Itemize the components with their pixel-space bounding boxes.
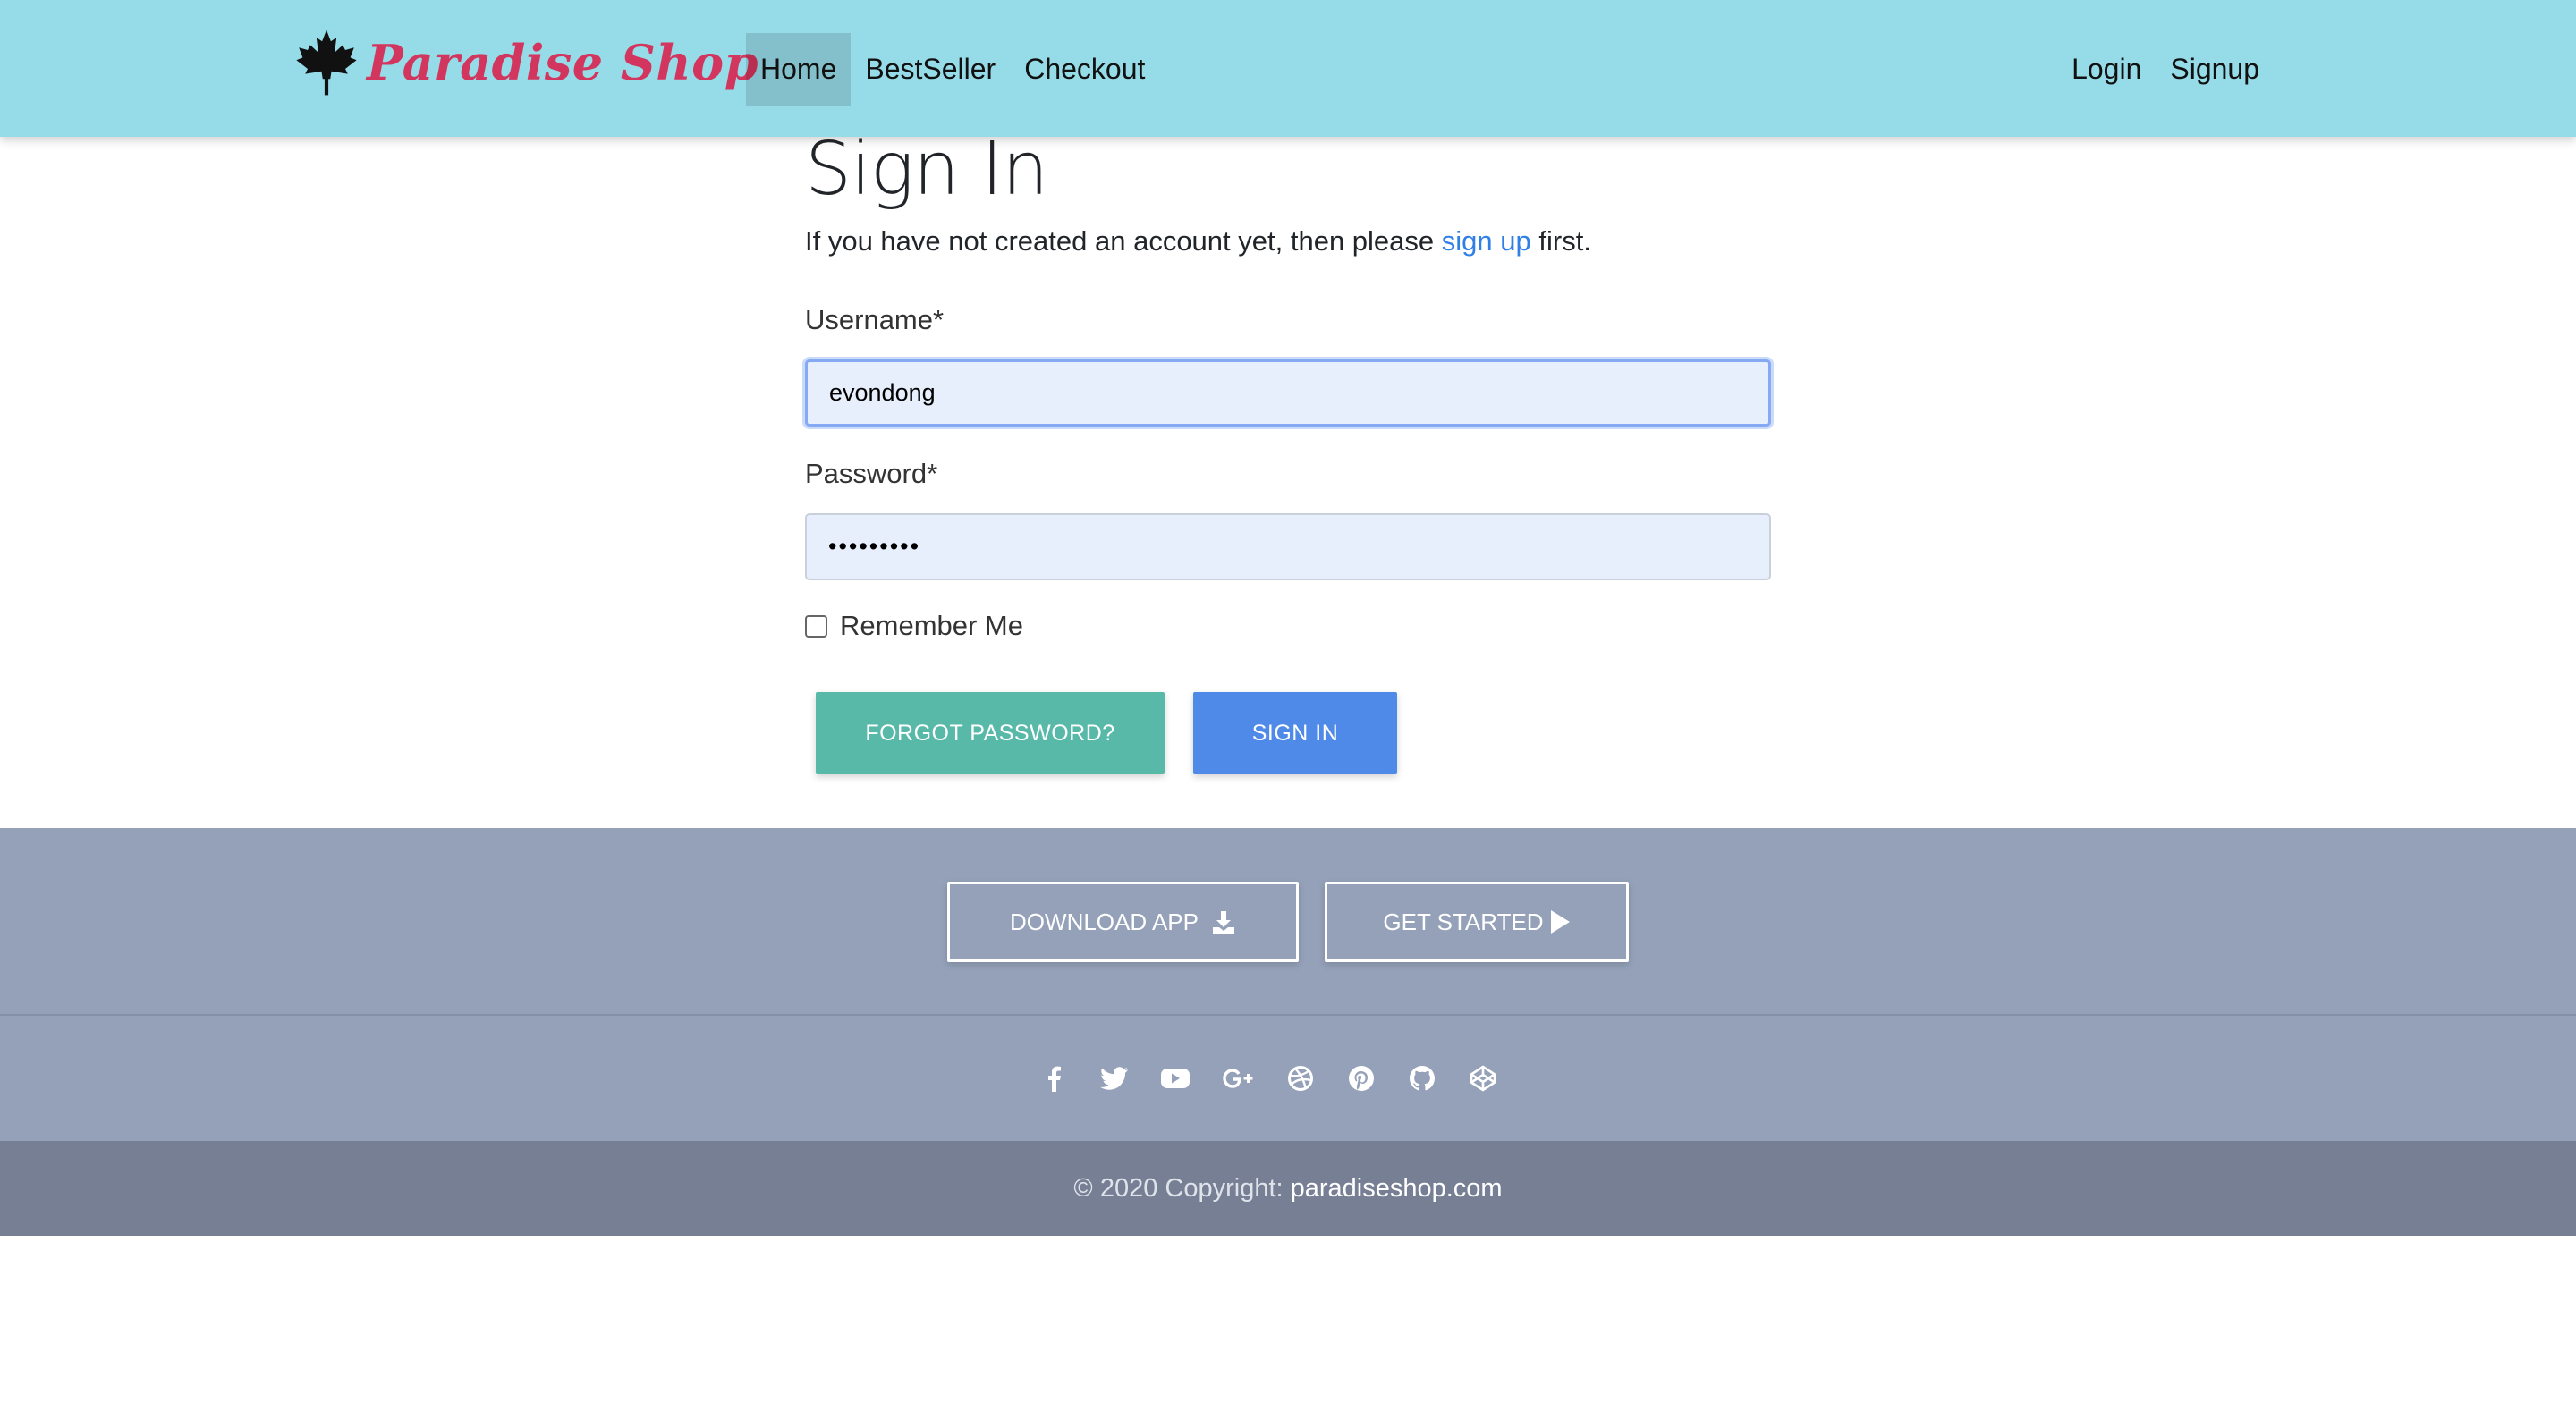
navbar: Paradise Shop Home BestSeller Checkout L… — [0, 0, 2576, 137]
copyright-bar: © 2020 Copyright: paradiseshop.com — [0, 1141, 2576, 1236]
main-nav: Home BestSeller Checkout — [746, 33, 1159, 106]
brand-name: Paradise Shop — [367, 34, 758, 91]
footer-social — [0, 1016, 2576, 1141]
copyright-link[interactable]: paradiseshop.com — [1291, 1174, 1503, 1204]
download-app-button[interactable]: DOWNLOAD APP — [947, 882, 1299, 962]
footer-cta: DOWNLOAD APP GET STARTED — [0, 828, 2576, 1016]
facebook-icon[interactable] — [1038, 1062, 1070, 1094]
remember-me[interactable]: Remember Me — [805, 610, 1023, 642]
username-input[interactable]: evondong — [805, 359, 1771, 427]
get-started-label: GET STARTED — [1383, 908, 1544, 935]
social-links — [1038, 1062, 1528, 1094]
page-title: Sign In — [805, 127, 1048, 212]
password-label: Password* — [805, 458, 938, 489]
username-label: Username* — [805, 304, 945, 335]
signin-intro: If you have not created an account yet, … — [805, 225, 1771, 258]
account-nav: Login Signup — [2057, 33, 2274, 106]
play-icon — [1550, 910, 1570, 934]
remember-me-checkbox[interactable] — [805, 614, 827, 638]
nav-bestseller[interactable]: BestSeller — [851, 33, 1010, 106]
sign-in-button[interactable]: SIGN IN — [1193, 692, 1397, 774]
get-started-button[interactable]: GET STARTED — [1325, 882, 1629, 962]
nav-login[interactable]: Login — [2057, 33, 2156, 106]
maple-leaf-icon — [296, 30, 357, 96]
nav-checkout[interactable]: Checkout — [1010, 33, 1159, 106]
twitter-icon[interactable] — [1098, 1062, 1131, 1094]
youtube-icon[interactable] — [1159, 1062, 1191, 1094]
pinterest-icon[interactable] — [1345, 1062, 1377, 1094]
download-icon — [1212, 911, 1234, 934]
dribbble-icon[interactable] — [1284, 1062, 1317, 1094]
signup-link[interactable]: sign up — [1442, 225, 1531, 257]
codepen-icon[interactable] — [1467, 1062, 1499, 1094]
google-plus-icon[interactable] — [1220, 1062, 1256, 1094]
intro-text-end: first. — [1538, 225, 1591, 257]
remember-me-label: Remember Me — [840, 610, 1023, 641]
github-icon[interactable] — [1406, 1062, 1438, 1094]
forgot-password-button[interactable]: FORGOT PASSWORD? — [816, 692, 1165, 774]
copyright-text: © 2020 Copyright: — [1073, 1173, 1284, 1203]
download-app-label: DOWNLOAD APP — [1010, 908, 1199, 935]
nav-home[interactable]: Home — [746, 33, 852, 106]
nav-signup[interactable]: Signup — [2156, 33, 2274, 106]
password-input[interactable]: ••••••••• — [805, 513, 1771, 580]
brand-link[interactable]: Paradise Shop — [295, 27, 758, 98]
signin-form: Sign In If you have not created an accou… — [805, 125, 1771, 774]
intro-text: If you have not created an account yet, … — [805, 225, 1435, 257]
